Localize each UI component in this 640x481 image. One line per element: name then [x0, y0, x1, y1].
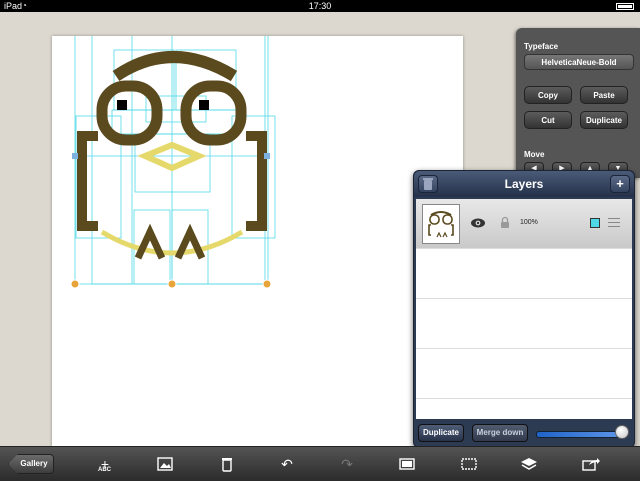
- layer-selected-indicator[interactable]: [590, 218, 600, 228]
- battery-icon: [616, 3, 634, 10]
- layer-thumbnail: [422, 204, 460, 244]
- typeface-label: Typeface: [524, 42, 559, 51]
- status-bar: iPad ◔ 17:30: [0, 0, 640, 12]
- clock: 17:30: [308, 1, 332, 11]
- owl-left-pupil: [117, 100, 127, 110]
- cut-button[interactable]: Cut: [524, 111, 572, 129]
- redo-icon[interactable]: ↷: [336, 454, 358, 474]
- canvas-icon[interactable]: [396, 454, 418, 474]
- image-icon[interactable]: [154, 454, 176, 474]
- add-layer-button[interactable]: +: [610, 175, 630, 193]
- gallery-button[interactable]: Gallery: [8, 454, 54, 474]
- owl-right-eye: [180, 80, 247, 146]
- reorder-handle-icon[interactable]: [608, 217, 620, 227]
- owl-left-foot: [134, 223, 166, 260]
- export-icon[interactable]: [580, 454, 602, 474]
- handle-middle-right: [264, 153, 270, 159]
- bottom-toolbar: Gallery + ABC ↶ ↷: [0, 446, 640, 481]
- layers-icon[interactable]: [518, 454, 540, 474]
- add-text-label: ABC: [98, 467, 111, 473]
- move-label: Move: [524, 150, 545, 159]
- layer-thumbnail-image: [428, 211, 454, 238]
- copy-button[interactable]: Copy: [524, 86, 572, 104]
- empty-layer-slot: [416, 299, 632, 349]
- paste-button[interactable]: Paste: [580, 86, 628, 104]
- merge-down-button[interactable]: Merge down: [472, 424, 528, 442]
- workspace: Typeface HelveticaNeue-Bold Copy Paste C…: [0, 12, 640, 456]
- layers-title: Layers: [504, 177, 544, 191]
- owl-left-wing: [77, 131, 98, 231]
- layer-row[interactable]: 100%: [416, 199, 632, 249]
- handle-middle-left: [72, 153, 78, 159]
- handle-bottom-right: [262, 279, 272, 289]
- owl-brow: [112, 51, 238, 82]
- properties-panel: Typeface HelveticaNeue-Bold Copy Paste C…: [516, 28, 640, 178]
- empty-layer-slot: [416, 249, 632, 299]
- layer-opacity-slider[interactable]: [536, 431, 624, 438]
- crop-icon[interactable]: [458, 454, 480, 474]
- handle-bottom-left: [70, 279, 80, 289]
- selection-handles: [70, 279, 272, 289]
- visibility-eye-icon[interactable]: [470, 217, 486, 229]
- undo-icon[interactable]: ↶: [276, 454, 298, 474]
- handle-bottom-center: [167, 279, 177, 289]
- layer-opacity: 100%: [520, 219, 538, 226]
- duplicate-layer-button[interactable]: Duplicate: [418, 424, 464, 442]
- owl-right-pupil: [199, 100, 209, 110]
- layer-opacity-slider-thumb[interactable]: [615, 425, 629, 439]
- drawing-canvas[interactable]: [52, 36, 463, 447]
- owl-left-eye: [96, 80, 163, 146]
- selection-guides: [74, 36, 276, 285]
- typeface-selector[interactable]: HelveticaNeue-Bold: [524, 54, 634, 70]
- layers-footer: Duplicate Merge down: [416, 421, 632, 445]
- owl-drawing[interactable]: [52, 36, 463, 447]
- empty-layer-slot: [416, 349, 632, 399]
- layers-popover: Layers + 100% Duplicate Merge down: [413, 170, 635, 456]
- duplicate-shape-button[interactable]: Duplicate: [580, 111, 628, 129]
- trash-icon[interactable]: [216, 454, 238, 474]
- owl-right-wing: [246, 131, 267, 231]
- layers-header: Layers +: [414, 171, 634, 197]
- layers-list: 100%: [416, 199, 632, 419]
- lock-icon[interactable]: [500, 216, 510, 229]
